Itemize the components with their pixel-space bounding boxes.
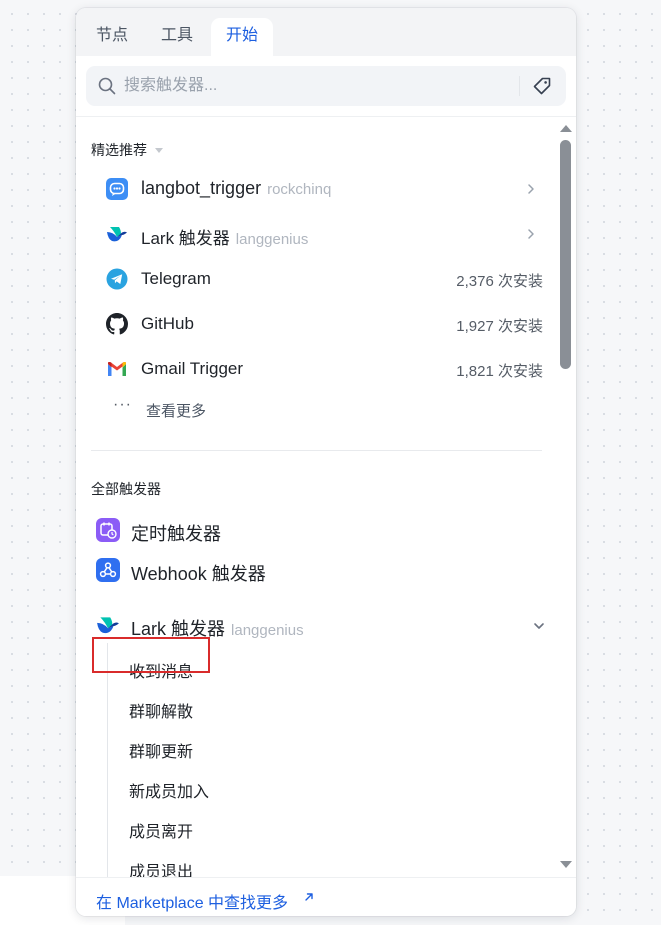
search-icon	[98, 77, 116, 95]
lark-icon	[107, 227, 127, 242]
chevron-right-icon	[528, 184, 534, 194]
tab-bar: 节点 工具 开始	[76, 8, 576, 56]
trigger-item-label: 定时触发器	[131, 524, 221, 544]
vertical-scrollbar[interactable]	[556, 117, 576, 877]
tab-tools[interactable]: 工具	[148, 18, 206, 56]
item-name: Lark 触发器	[131, 619, 226, 639]
featured-item-telegram[interactable]: Telegram 2,376 次安装	[91, 259, 543, 299]
featured-item-label: langbot_trigger rockchinq	[141, 178, 331, 199]
view-more-label: 查看更多	[146, 403, 207, 420]
tag-filter-icon[interactable]	[532, 76, 552, 96]
search-divider	[519, 76, 520, 96]
featured-item-label: GitHub	[141, 314, 194, 333]
trigger-item-label: Webhook 触发器	[131, 564, 266, 584]
scrollbar-thumb[interactable]	[560, 140, 571, 369]
featured-item-gmail[interactable]: Gmail Trigger 1,821 次安装	[91, 349, 543, 389]
more-dots-icon: ···	[113, 396, 132, 413]
tree-guide-line	[107, 643, 108, 877]
trigger-list-scroll-area[interactable]: 精选推荐 langbot_trigger rockchinq Lark 触发器 …	[76, 117, 576, 877]
schedule-icon	[96, 518, 120, 542]
webhook-icon	[96, 558, 120, 582]
install-count: 1,821 次安装	[456, 363, 543, 380]
view-more-button[interactable]: ··· 查看更多	[91, 394, 291, 424]
item-org: rockchinq	[267, 181, 332, 198]
lark-icon	[97, 617, 119, 634]
langbot-icon	[106, 178, 128, 200]
tab-start[interactable]: 开始	[211, 18, 273, 56]
featured-item-label: Telegram	[141, 269, 211, 288]
item-name: langbot_trigger	[141, 178, 262, 198]
featured-item-github[interactable]: GitHub 1,927 次安装	[91, 304, 543, 344]
caret-down-icon	[155, 148, 163, 153]
github-icon	[106, 313, 128, 335]
chevron-down-icon[interactable]	[533, 620, 545, 632]
install-count: 1,927 次安装	[456, 318, 543, 335]
lark-event-member-joined[interactable]: 新成员加入	[129, 778, 209, 802]
install-count: 2,376 次安装	[456, 273, 543, 290]
lark-event-member-left[interactable]: 成员离开	[129, 818, 193, 842]
featured-item-label: Gmail Trigger	[141, 359, 244, 378]
item-org: langgenius	[231, 622, 304, 639]
external-link-arrow-icon	[305, 893, 313, 901]
telegram-icon	[106, 268, 128, 290]
featured-item-label: Lark 触发器 langgenius	[141, 224, 308, 249]
lark-event-group-disbanded[interactable]: 群聊解散	[129, 698, 193, 722]
featured-section-title[interactable]: 精选推荐	[91, 140, 163, 160]
trigger-item-webhook[interactable]: Webhook 触发器	[91, 550, 551, 590]
selection-highlight-box	[92, 637, 210, 673]
item-name: Lark 触发器	[141, 229, 230, 248]
all-triggers-section-title: 全部触发器	[91, 481, 161, 497]
search-box	[86, 66, 566, 106]
search-input[interactable]	[124, 72, 504, 100]
tab-nodes[interactable]: 节点	[84, 18, 140, 56]
item-org: langgenius	[235, 231, 309, 248]
featured-item-lark[interactable]: Lark 触发器 langgenius	[91, 214, 543, 254]
trigger-item-schedule[interactable]: 定时触发器	[91, 510, 551, 550]
section-divider	[91, 450, 542, 451]
panel-footer: 在 Marketplace 中查找更多	[76, 877, 576, 916]
lark-event-member-exited[interactable]: 成员退出	[129, 858, 193, 877]
marketplace-link[interactable]: 在 Marketplace 中查找更多	[96, 889, 288, 913]
scroll-down-arrow-icon[interactable]	[560, 861, 572, 868]
featured-title-text: 精选推荐	[91, 142, 147, 158]
featured-item-langbot[interactable]: langbot_trigger rockchinq	[91, 169, 543, 209]
scroll-up-arrow-icon[interactable]	[560, 125, 572, 132]
lark-event-group-updated[interactable]: 群聊更新	[129, 738, 193, 762]
gmail-icon	[108, 362, 126, 376]
trigger-picker-panel: 节点 工具 开始 精选推荐	[76, 8, 576, 916]
chevron-right-icon	[528, 229, 534, 239]
